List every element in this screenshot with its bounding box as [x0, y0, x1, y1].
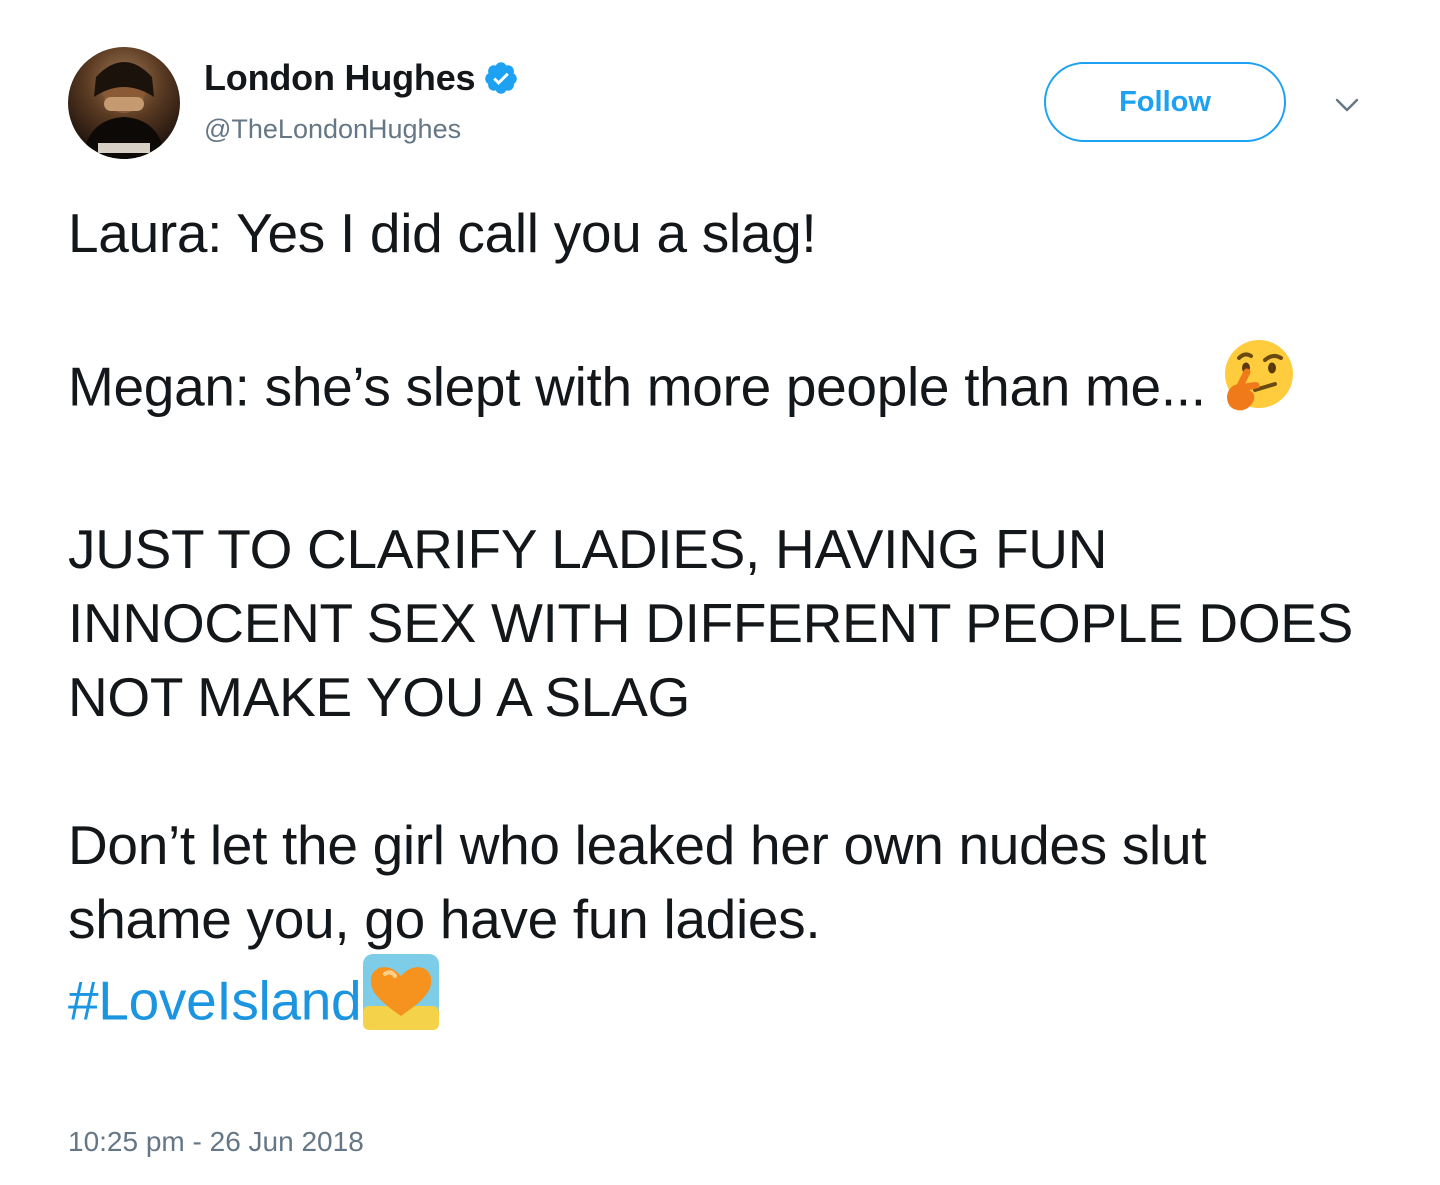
tweet-line-advice: Don’t let the girl who leaked her own nu…	[68, 814, 1207, 950]
user-handle[interactable]: @TheLondonHughes	[204, 114, 461, 145]
tweet-line-laura: Laura: Yes I did call you a slag!	[68, 202, 817, 264]
author-name-row: London Hughes	[204, 56, 519, 100]
tweet-hashtag-line: #LoveIsland	[68, 954, 1368, 1054]
chevron-down-icon[interactable]	[1334, 92, 1360, 118]
love-island-heart-emoji	[361, 952, 441, 1050]
avatar[interactable]	[68, 47, 180, 159]
verified-badge-icon	[483, 60, 519, 96]
tweet-line-megan-text: Megan: she’s slept with more people than…	[68, 355, 1206, 418]
hashtag-link[interactable]: #LoveIsland	[68, 970, 362, 1032]
tweet-line-megan: Megan: she’s slept with more people than…	[68, 340, 1368, 438]
follow-button[interactable]: Follow	[1044, 62, 1286, 142]
tweet-card: London Hughes @TheLondonHughes Follow La…	[0, 0, 1440, 1185]
thinking-face-emoji	[1221, 338, 1297, 432]
tweet-timestamp[interactable]: 10:25 pm - 26 Jun 2018	[68, 1126, 364, 1158]
display-name[interactable]: London Hughes	[204, 57, 476, 99]
tweet-body: Laura: Yes I did call you a slag! Megan:…	[68, 196, 1368, 1054]
tweet-line-clarify: JUST TO CLARIFY LADIES, HAVING FUN INNOC…	[68, 518, 1354, 728]
